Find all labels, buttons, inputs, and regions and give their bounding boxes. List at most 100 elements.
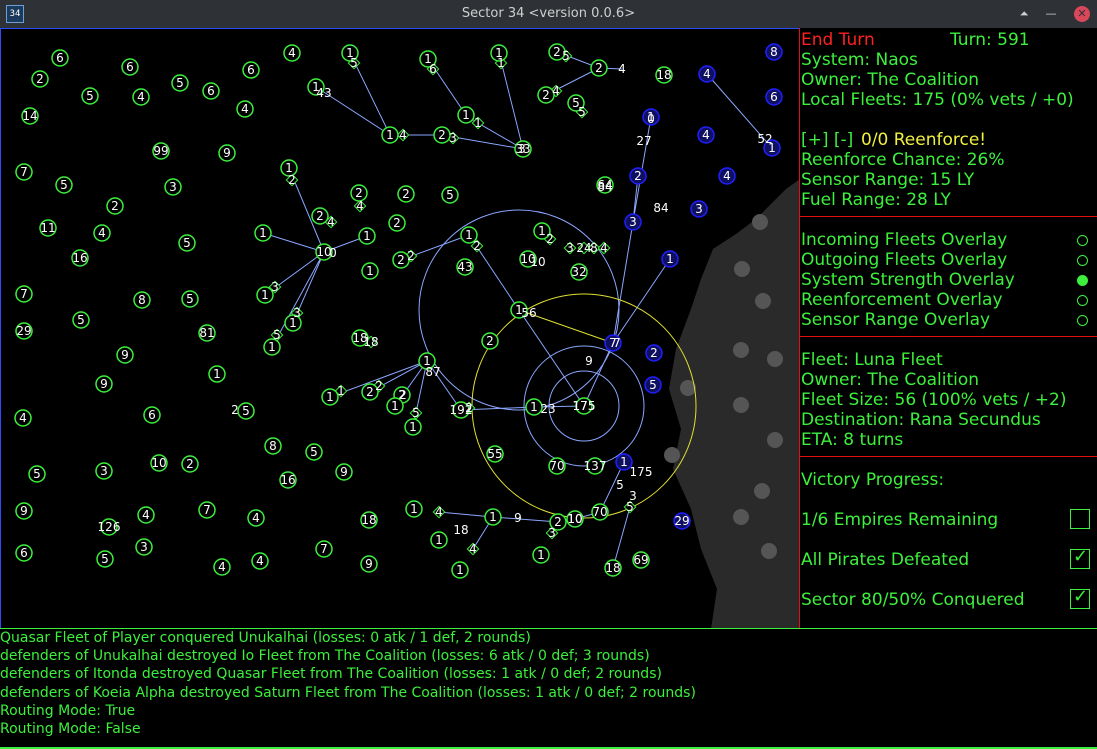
system-player[interactable]: 70 (591, 503, 609, 521)
system-enemy[interactable]: 1 (661, 250, 679, 268)
system-player[interactable]: 9 (360, 555, 378, 573)
reenforce-button[interactable]: 0/0 Reenforce! (861, 130, 986, 150)
system-player[interactable]: 1 (451, 561, 469, 579)
system-player[interactable]: 7 (15, 163, 33, 181)
system-player[interactable]: 2 (590, 59, 608, 77)
system-player[interactable]: 6 (121, 58, 139, 76)
system-player[interactable]: 1 (321, 388, 339, 406)
system-player[interactable]: 5 (181, 290, 199, 308)
system-player[interactable]: 1 (361, 262, 379, 280)
system-player[interactable]: 9 (335, 463, 353, 481)
system-enemy[interactable]: 4 (718, 167, 736, 185)
system-player[interactable]: 8 (264, 437, 282, 455)
system-player[interactable]: 99 (152, 142, 170, 160)
overlay-incoming-radio[interactable] (1077, 235, 1088, 246)
system-player[interactable]: 6 (242, 61, 260, 79)
system-player[interactable]: 2 (397, 185, 415, 203)
system-player[interactable]: 1 (404, 418, 422, 436)
system-player[interactable]: 3 (135, 538, 153, 556)
system-player[interactable]: 32 (570, 263, 588, 281)
system-enemy[interactable]: 3 (624, 213, 642, 231)
system-player[interactable]: 5 (178, 234, 196, 252)
system-player[interactable]: 29 (15, 322, 33, 340)
system-player[interactable]: 9 (15, 502, 33, 520)
system-player[interactable]: 4 (213, 558, 231, 576)
overlay-strength-label[interactable]: System Strength Overlay (801, 270, 1015, 290)
system-player[interactable]: 6 (15, 544, 33, 562)
system-player[interactable]: 1 (430, 531, 448, 549)
system-player[interactable]: 2 (181, 455, 199, 473)
system-player[interactable]: 4 (14, 409, 32, 427)
system-player[interactable]: 1 (484, 508, 502, 526)
system-player[interactable]: 8 (133, 291, 151, 309)
system-player[interactable]: 9 (116, 346, 134, 364)
sector-map-canvas[interactable]: 6 4 1 1 1 2265665 441252 1814 199 91 23375 312 2 5642… (1, 29, 800, 629)
system-player[interactable]: 7 (315, 540, 333, 558)
end-turn-button[interactable]: End Turn (801, 30, 875, 50)
system-player[interactable]: 6 (202, 82, 220, 100)
system-player[interactable]: 1 (208, 365, 226, 383)
system-player[interactable]: 1 (254, 224, 272, 242)
system-player[interactable]: 4 (132, 88, 150, 106)
system-player[interactable]: 4 (137, 506, 155, 524)
minimize-icon[interactable]: — (1043, 6, 1059, 22)
system-player[interactable]: 11 (39, 219, 57, 237)
overlay-reenforcement-label[interactable]: Reenforcement Overlay (801, 290, 1003, 310)
system-player[interactable]: 1 (358, 227, 376, 245)
system-player[interactable]: 1 (405, 500, 423, 518)
system-player[interactable]: 6 (143, 406, 161, 424)
system-player[interactable]: 18 (360, 511, 378, 529)
close-icon[interactable]: ✕ (1074, 6, 1090, 22)
system-player[interactable]: 5 (441, 186, 459, 204)
reenforce-controls[interactable]: [+] [-] (801, 130, 853, 150)
overlay-reenforcement-radio[interactable] (1077, 295, 1088, 306)
system-player[interactable]: 16 (71, 249, 89, 267)
system-player[interactable]: 43 (456, 258, 474, 276)
system-player[interactable]: 5 (96, 550, 114, 568)
overlay-strength-radio[interactable] (1077, 275, 1088, 286)
sector-map[interactable]: 6 4 1 1 1 2 2 6 5 6 6 5 4 4 1 2 5 2 18 14 1 99 9 1 2 33 7 5 3 1 2 2 5 64 2… (0, 28, 800, 629)
system-enemy[interactable]: 4 (698, 65, 716, 83)
overlay-outgoing-radio[interactable] (1077, 255, 1088, 266)
system-enemy[interactable]: 8 (765, 43, 783, 61)
system-player[interactable]: 5 (72, 311, 90, 329)
system-player[interactable]: 4 (251, 552, 269, 570)
system-player[interactable]: 70 (548, 457, 566, 475)
system-player[interactable]: 3 (164, 178, 182, 196)
system-player[interactable]: 7 (198, 501, 216, 519)
system-player[interactable]: 18 (604, 559, 622, 577)
system-enemy[interactable]: 2 (629, 167, 647, 185)
overlay-sensor-label[interactable]: Sensor Range Overlay (801, 310, 990, 330)
system-player[interactable]: 137 (584, 457, 607, 475)
system-enemy[interactable]: 2 (645, 344, 663, 362)
system-player[interactable]: 1 (532, 546, 550, 564)
system-enemy[interactable]: 29 (673, 512, 691, 530)
system-player[interactable]: 55 (486, 445, 504, 463)
system-player[interactable]: 4 (93, 224, 111, 242)
system-player[interactable]: 7 (15, 285, 33, 303)
system-player[interactable]: 5 (171, 74, 189, 92)
system-enemy[interactable]: 6 (765, 88, 783, 106)
system-player[interactable]: 4 (236, 100, 254, 118)
system-enemy[interactable]: 3 (690, 200, 708, 218)
system-player[interactable]: 5 (237, 402, 255, 420)
system-player[interactable]: 2 (388, 214, 406, 232)
system-player[interactable]: 5 (28, 465, 46, 483)
system-player[interactable]: 9 (95, 375, 113, 393)
system-player[interactable]: 16 (279, 471, 297, 489)
system-player[interactable]: 81 (198, 324, 216, 342)
system-player[interactable]: 18 (655, 66, 673, 84)
system-player[interactable]: 1 (457, 106, 475, 124)
system-player[interactable]: 5 (305, 443, 323, 461)
star-systems[interactable]: 6 4 1 1 1 2265665 441252 1814 199 91 23375 312 2 5642… (14, 43, 783, 579)
system-player[interactable]: 5 (81, 87, 99, 105)
system-player[interactable]: 1 (381, 126, 399, 144)
overlay-incoming-label[interactable]: Incoming Fleets Overlay (801, 230, 1007, 250)
system-player[interactable]: 2 (106, 197, 124, 215)
system-player[interactable]: 2 (481, 332, 499, 350)
overlay-sensor-radio[interactable] (1077, 315, 1088, 326)
system-player[interactable]: 4 (247, 509, 265, 527)
system-player[interactable]: 3 (95, 462, 113, 480)
system-player[interactable]: 4 (283, 44, 301, 62)
system-enemy[interactable]: 4 (697, 126, 715, 144)
